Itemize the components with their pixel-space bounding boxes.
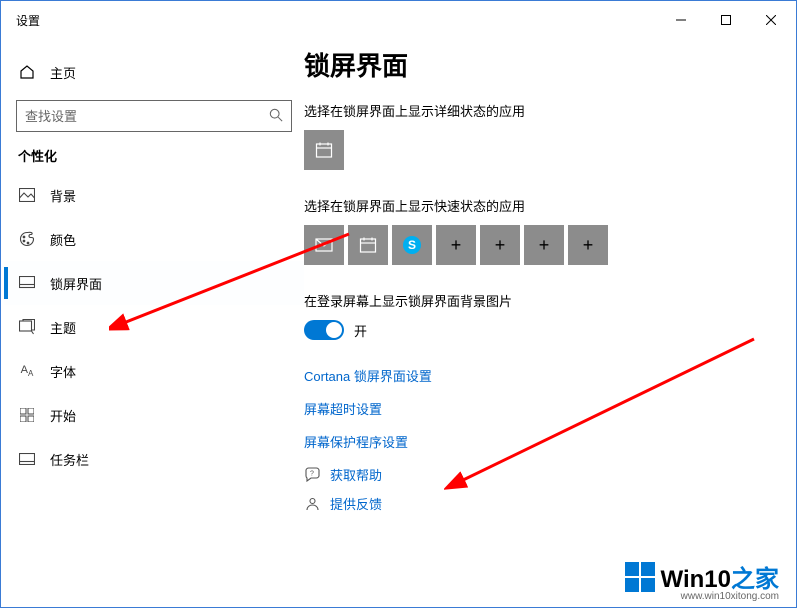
sidebar-item-colors[interactable]: 颜色 (4, 217, 304, 261)
home-nav[interactable]: 主页 (4, 54, 304, 90)
plus-icon: + (451, 235, 462, 256)
quick-app-add-2[interactable]: + (480, 225, 520, 265)
maximize-button[interactable] (703, 4, 748, 36)
close-button[interactable] (748, 4, 793, 36)
start-icon (18, 408, 36, 422)
feedback-label: 提供反馈 (330, 494, 382, 513)
quick-app-tile-calendar[interactable] (348, 225, 388, 265)
show-bg-label: 在登录屏幕上显示锁屏界面背景图片 (304, 291, 793, 310)
detail-app-tile-calendar[interactable] (304, 130, 344, 170)
quick-app-add-3[interactable]: + (524, 225, 564, 265)
show-bg-toggle[interactable] (304, 320, 344, 340)
section-header: 个性化 (4, 146, 304, 173)
detail-status-label: 选择在锁屏界面上显示详细状态的应用 (304, 101, 793, 120)
sidebar-item-label: 颜色 (50, 230, 76, 249)
link-screen-timeout[interactable]: 屏幕超时设置 (304, 399, 793, 418)
minimize-icon (676, 15, 686, 25)
main-content: 锁屏界面 选择在锁屏界面上显示详细状态的应用 选择在锁屏界面上显示快速状态的应用 (304, 36, 793, 604)
svg-text:?: ? (310, 471, 314, 478)
sidebar-item-lockscreen[interactable]: 锁屏界面 (4, 261, 304, 305)
sidebar-item-label: 锁屏界面 (50, 274, 102, 293)
sidebar-item-label: 任务栏 (50, 450, 89, 469)
sidebar-item-start[interactable]: 开始 (4, 393, 304, 437)
search-input[interactable] (25, 109, 269, 124)
plus-icon: + (495, 235, 506, 256)
quick-app-add-1[interactable]: + (436, 225, 476, 265)
sidebar-item-fonts[interactable]: AA 字体 (4, 349, 304, 393)
calendar-icon (359, 236, 377, 254)
sidebar-item-taskbar[interactable]: 任务栏 (4, 437, 304, 481)
skype-icon: S (403, 236, 421, 254)
feedback-icon (304, 496, 320, 511)
help-icon: ? (304, 467, 320, 482)
search-box[interactable] (16, 100, 292, 132)
quick-app-tile-mail[interactable] (304, 225, 344, 265)
maximize-icon (721, 15, 731, 25)
window-title: 设置 (16, 12, 40, 29)
link-screensaver-settings[interactable]: 屏幕保护程序设置 (304, 432, 793, 451)
sidebar-item-label: 主题 (50, 318, 76, 337)
link-cortana-settings[interactable]: Cortana 锁屏界面设置 (304, 366, 793, 385)
home-icon (18, 64, 36, 80)
minimize-button[interactable] (658, 4, 703, 36)
home-label: 主页 (50, 63, 76, 82)
palette-icon (18, 231, 36, 247)
sidebar-item-background[interactable]: 背景 (4, 173, 304, 217)
watermark-text2: 之家 (731, 566, 779, 593)
fonts-icon: AA (18, 364, 36, 378)
watermark-text1: Win10 (661, 566, 731, 593)
windows-logo-icon (625, 562, 655, 592)
lockscreen-icon (18, 276, 36, 290)
quick-status-label: 选择在锁屏界面上显示快速状态的应用 (304, 196, 793, 215)
link-get-help[interactable]: ? 获取帮助 (304, 465, 793, 484)
quick-app-tile-skype[interactable]: S (392, 225, 432, 265)
plus-icon: + (539, 235, 550, 256)
sidebar-item-themes[interactable]: 主题 (4, 305, 304, 349)
sidebar: 主页 个性化 背景 (4, 36, 304, 604)
calendar-icon (315, 141, 333, 159)
close-icon (766, 15, 776, 25)
picture-icon (18, 188, 36, 202)
help-label: 获取帮助 (330, 465, 382, 484)
quick-app-add-4[interactable]: + (568, 225, 608, 265)
search-icon (269, 108, 283, 125)
mail-icon (315, 238, 333, 252)
plus-icon: + (583, 235, 594, 256)
sidebar-item-label: 背景 (50, 186, 76, 205)
taskbar-icon (18, 453, 36, 465)
sidebar-item-label: 字体 (50, 362, 76, 381)
watermark: Win10之家 (625, 559, 779, 594)
watermark-url: www.win10xitong.com (681, 591, 779, 602)
toggle-state-label: 开 (354, 321, 367, 340)
page-title: 锁屏界面 (304, 46, 793, 101)
themes-icon (18, 319, 36, 335)
link-give-feedback[interactable]: 提供反馈 (304, 494, 793, 513)
sidebar-item-label: 开始 (50, 406, 76, 425)
